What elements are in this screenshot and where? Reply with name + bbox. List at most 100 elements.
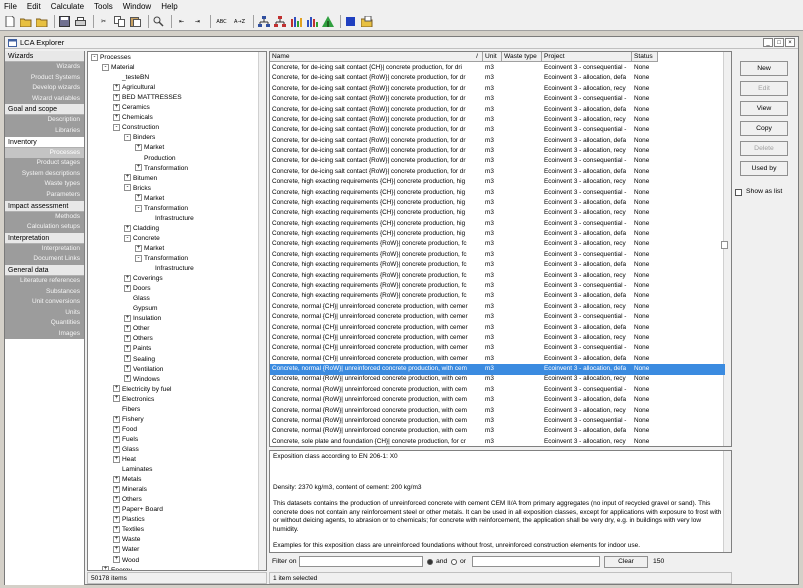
filter-input-2[interactable] (472, 556, 600, 567)
nav-item[interactable]: Waste types (5, 179, 84, 190)
expand-icon[interactable]: + (135, 164, 142, 172)
expand-icon[interactable]: + (135, 144, 142, 152)
tree-node[interactable]: + Waste (113, 535, 140, 545)
collapse-icon[interactable]: - (102, 63, 109, 71)
table-row[interactable]: Concrete, high exacting requirements {CH… (270, 219, 725, 230)
tree-node[interactable]: - Bricks (124, 184, 151, 194)
nav-item[interactable]: Wizard variables (5, 93, 84, 105)
tree-node[interactable]: - Transformation (135, 254, 188, 264)
tree-node[interactable]: - Binders (124, 133, 155, 143)
show-as-list-checkbox[interactable] (735, 189, 742, 196)
new-icon[interactable] (3, 15, 16, 28)
tree-node[interactable]: + Glass (113, 445, 139, 455)
expand-icon[interactable]: + (124, 274, 131, 282)
expand-icon[interactable]: + (113, 506, 120, 513)
tree-node[interactable]: + Market (135, 194, 164, 204)
expand-icon[interactable]: + (113, 475, 120, 483)
table-row[interactable]: Concrete, normal {RoW}| unreinforced con… (270, 385, 725, 396)
flag-icon[interactable] (344, 15, 357, 28)
used-by-button[interactable]: Used by (740, 161, 788, 176)
print-icon[interactable] (74, 15, 87, 28)
expand-icon[interactable]: + (124, 345, 131, 353)
expand-icon[interactable]: + (113, 526, 120, 534)
folders-icon[interactable] (360, 15, 373, 28)
nav-item[interactable]: Units (5, 307, 84, 319)
tree-node[interactable]: Fibers (113, 405, 140, 415)
table-row[interactable]: Concrete, for de-icing salt contact {RoW… (270, 125, 725, 136)
tree-node[interactable]: + Electronics (113, 395, 154, 405)
table-row[interactable]: Concrete, for de-icing salt contact {RoW… (270, 73, 725, 84)
table-row[interactable]: Concrete, normal {RoW}| unreinforced con… (270, 374, 725, 385)
minimize-icon[interactable]: _ (763, 38, 773, 47)
tree-node[interactable]: + Wood (113, 556, 139, 566)
tree-node[interactable]: + Coverings (124, 274, 163, 284)
column-header-project[interactable]: Project (542, 52, 632, 62)
tree-node[interactable]: + Textiles (113, 525, 144, 535)
expand-icon[interactable]: + (124, 335, 131, 343)
tree-node[interactable]: + Others (113, 495, 142, 505)
tree-node[interactable]: - Material (102, 63, 134, 73)
table-row[interactable]: Concrete, high exacting requirements {CH… (270, 188, 725, 199)
nav-item[interactable]: Methods (5, 211, 84, 223)
nav-item[interactable]: Literature references (5, 275, 84, 287)
menu-file[interactable]: File (4, 2, 17, 11)
nav-item[interactable]: Product Systems (5, 72, 84, 84)
paste-icon[interactable] (129, 15, 142, 28)
nav-item[interactable]: Images (5, 328, 84, 340)
tree-node[interactable]: - Processes (91, 53, 131, 63)
expand-icon[interactable]: + (113, 445, 120, 453)
nav-item[interactable]: Unit conversions (5, 297, 84, 308)
table-row[interactable]: Concrete, normal {CH}| unreinforced conc… (270, 323, 725, 334)
collapse-icon[interactable]: - (91, 53, 98, 61)
nav-item[interactable]: Parameters (5, 189, 84, 201)
open-icon[interactable] (19, 15, 32, 28)
table-row[interactable]: Concrete, normal {RoW}| unreinforced con… (270, 426, 725, 437)
table-row[interactable]: Concrete, normal {CH}| unreinforced conc… (270, 302, 725, 313)
menu-window[interactable]: Window (123, 2, 151, 11)
expand-icon[interactable]: + (124, 224, 131, 232)
table-row[interactable]: Concrete, for de-icing salt contact {RoW… (270, 146, 725, 157)
tree-node[interactable]: + Fishery (113, 415, 144, 425)
delete-button[interactable]: Delete (740, 141, 788, 156)
collapse-icon[interactable]: - (113, 124, 120, 132)
nav-item[interactable]: Product stages (5, 158, 84, 169)
expand-icon[interactable]: + (135, 244, 142, 252)
table-row[interactable]: Concrete, for de-icing salt contact {RoW… (270, 94, 725, 105)
menu-calculate[interactable]: Calculate (51, 2, 84, 11)
nav-item[interactable]: Quantities (5, 318, 84, 329)
nav-item[interactable]: Wizards (5, 62, 84, 73)
table-row[interactable]: Concrete, normal {RoW}| unreinforced con… (270, 406, 725, 417)
expand-icon[interactable]: + (124, 375, 131, 383)
table-row[interactable]: Concrete, high exacting requirements {CH… (270, 177, 725, 188)
tree-node[interactable]: + Food (113, 425, 137, 435)
tree-node[interactable]: + Ceramics (113, 103, 150, 113)
clear-button[interactable]: Clear (604, 556, 648, 568)
tree-node[interactable]: Infrastructure (146, 214, 194, 224)
expand-icon[interactable]: + (124, 365, 131, 373)
expand-icon[interactable]: + (135, 194, 142, 202)
view-button[interactable]: View (740, 101, 788, 116)
expand-icon[interactable]: + (102, 566, 109, 570)
tree-node[interactable]: + Electricity by fuel (113, 385, 171, 395)
tree-node[interactable]: + Others (124, 334, 153, 344)
tree-node[interactable]: Laminates (113, 465, 152, 475)
tree-node[interactable]: + Windows (124, 375, 160, 385)
table-row[interactable]: Concrete, for de-icing salt contact {RoW… (270, 167, 725, 178)
table-row[interactable]: Concrete, high exacting requirements {Ro… (270, 291, 725, 302)
tree-node[interactable]: + Energy (102, 566, 132, 570)
tree-node[interactable]: + Other (124, 324, 150, 334)
table-row[interactable]: Concrete, normal {CH}| unreinforced conc… (270, 343, 725, 354)
expand-icon[interactable]: + (113, 435, 120, 443)
collapse-icon[interactable]: - (124, 184, 131, 192)
copy-button[interactable]: Copy (740, 121, 788, 136)
expand-icon[interactable]: + (113, 93, 120, 101)
tree-node[interactable]: + Heat (113, 455, 136, 465)
table-row[interactable]: Concrete, for de-icing salt contact {RoW… (270, 136, 725, 147)
expand-icon[interactable]: + (113, 83, 120, 91)
nav-item[interactable]: Interpretation (5, 243, 84, 255)
triangle-chart-icon[interactable] (321, 15, 334, 28)
expand-icon[interactable]: + (113, 485, 120, 493)
maximize-icon[interactable]: □ (774, 38, 784, 47)
tree-node[interactable]: + Paints (124, 344, 151, 354)
nav-section[interactable]: Wizards (5, 51, 84, 62)
